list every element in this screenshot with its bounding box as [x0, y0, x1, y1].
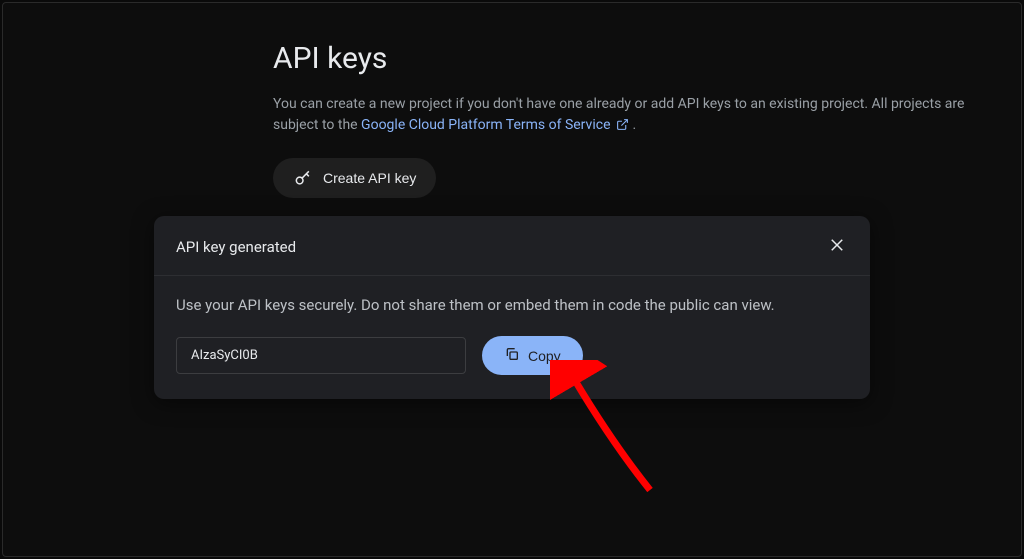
copy-button[interactable]: Copy — [482, 336, 583, 375]
close-icon — [828, 236, 846, 257]
copy-icon — [504, 346, 520, 365]
modal-instruction: Use your API keys securely. Do not share… — [176, 296, 848, 314]
api-key-field[interactable] — [176, 337, 466, 374]
close-button[interactable] — [824, 232, 850, 261]
terms-of-service-link[interactable]: Google Cloud Platform Terms of Service — [361, 117, 632, 133]
modal-body: Use your API keys securely. Do not share… — [154, 276, 870, 399]
modal-header: API key generated — [154, 216, 870, 276]
description-suffix: . — [632, 117, 636, 133]
external-link-icon — [616, 117, 629, 138]
create-button-label: Create API key — [323, 170, 416, 186]
api-key-row: Copy — [176, 336, 848, 375]
link-text: Google Cloud Platform Terms of Service — [361, 117, 610, 133]
key-icon — [293, 168, 313, 188]
page-description: You can create a new project if you don'… — [273, 94, 1013, 138]
page-title: API keys — [273, 41, 1013, 76]
copy-button-label: Copy — [528, 348, 561, 364]
api-key-generated-modal: API key generated Use your API keys secu… — [154, 216, 870, 399]
modal-title: API key generated — [176, 238, 296, 256]
create-api-key-button[interactable]: Create API key — [273, 158, 436, 198]
